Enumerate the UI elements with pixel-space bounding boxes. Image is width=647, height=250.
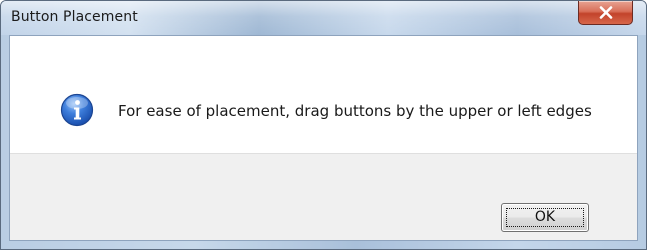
message-area: For ease of placement, drag buttons by t…	[10, 36, 637, 153]
ok-button[interactable]: OK	[501, 203, 589, 232]
dialog-client-area: For ease of placement, drag buttons by t…	[9, 35, 638, 241]
dialog-window: Button Placement For ease of placement, …	[0, 0, 647, 250]
ok-button-label: OK	[534, 209, 556, 225]
close-icon	[599, 6, 613, 19]
dialog-message: For ease of placement, drag buttons by t…	[118, 102, 592, 120]
title-bar[interactable]: Button Placement	[1, 1, 646, 35]
close-button[interactable]	[578, 1, 633, 25]
dialog-title: Button Placement	[11, 9, 138, 25]
info-icon	[60, 93, 94, 127]
button-bar: OK	[10, 153, 637, 240]
